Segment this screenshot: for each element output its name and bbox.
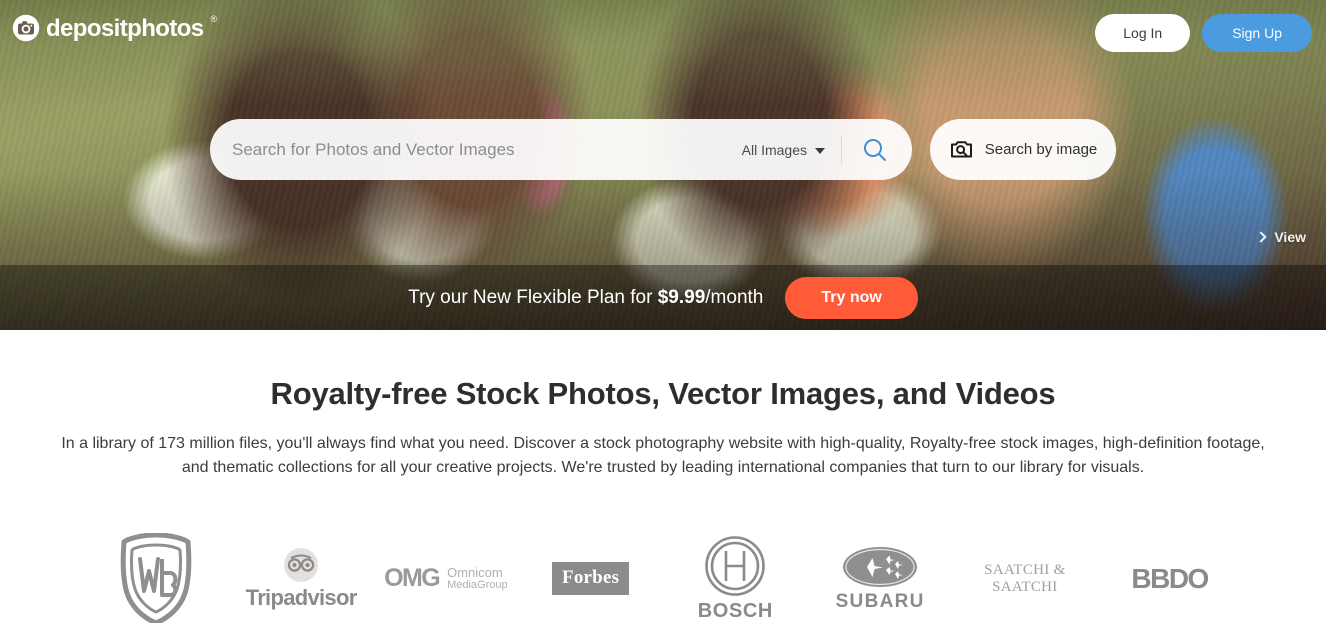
warner-bros-shield-icon: [121, 532, 192, 623]
omnicom-line1: Omnicom: [447, 564, 503, 580]
omnicom-line2: MediaGroup: [447, 578, 508, 591]
hero-section: depositphotos ® Log In Sign Up All Image…: [0, 0, 1326, 330]
logo-wordmark: depositphotos: [46, 15, 204, 42]
subaru-stars-icon: [843, 546, 918, 587]
omg-wordmark: OMG: [384, 564, 441, 593]
image-type-selected-label: All Images: [741, 141, 807, 158]
subaru-wordmark: SUBARU: [835, 590, 925, 612]
tripadvisor-wordmark: Tripadvisor: [245, 584, 358, 610]
hero-view-link[interactable]: View: [1255, 229, 1306, 245]
bbdo-wordmark: BBDO: [1131, 562, 1209, 594]
bosch-wordmark: BOSCH: [697, 599, 773, 622]
try-now-button[interactable]: Try now: [785, 276, 918, 319]
promo-banner: Try our New Flexible Plan for $9.99/mont…: [0, 265, 1326, 330]
client-logo-saatchi: SAATCHI & SAATCHI: [953, 529, 1098, 623]
client-logo-warner-bros: [84, 529, 229, 623]
camera-icon: [12, 14, 40, 42]
search-input[interactable]: [232, 134, 742, 165]
image-type-dropdown[interactable]: All Images: [742, 142, 841, 158]
client-logos-row: Tripadvisor OMG Omnicom MediaGroup Forbe…: [0, 529, 1326, 623]
client-logo-omnicom: OMG Omnicom MediaGroup: [374, 529, 519, 623]
signup-button[interactable]: Sign Up: [1202, 14, 1312, 52]
camera-search-icon: [950, 141, 972, 158]
search-by-image-button[interactable]: Search by image: [930, 119, 1116, 180]
page-title: Royalty-free Stock Photos, Vector Images…: [270, 376, 1056, 411]
forbes-wordmark: Forbes: [562, 567, 620, 589]
client-logo-forbes: Forbes: [518, 529, 663, 623]
search-submit-button[interactable]: [856, 131, 894, 169]
promo-price: $9.99: [657, 286, 706, 308]
login-button[interactable]: Log In: [1095, 14, 1191, 52]
auth-buttons: Log In Sign Up: [1095, 14, 1312, 52]
client-logo-subaru: SUBARU: [808, 529, 953, 623]
chevron-down-icon: [815, 147, 825, 154]
promo-text-before: Try our New Flexible Plan for: [408, 286, 658, 308]
promo-text: Try our New Flexible Plan for $9.99/mont…: [408, 287, 763, 309]
tripadvisor-owl-icon: [284, 547, 319, 582]
client-logo-bosch: BOSCH: [663, 529, 808, 623]
main-content: Royalty-free Stock Photos, Vector Images…: [0, 330, 1326, 623]
search-by-image-label: Search by image: [984, 141, 1098, 158]
registered-mark: ®: [210, 14, 218, 24]
hero-view-label: View: [1274, 229, 1306, 245]
search-bar[interactable]: All Images: [210, 119, 912, 180]
magnifier-icon: [864, 138, 886, 161]
chevron-right-icon: [1255, 231, 1268, 243]
omnicom-subtext: Omnicom MediaGroup: [447, 564, 508, 592]
forbes-badge: Forbes: [552, 562, 630, 596]
promo-text-after: /month: [705, 286, 764, 308]
search-divider: [841, 135, 842, 164]
client-logo-bbdo: BBDO: [1097, 529, 1242, 623]
client-logo-tripadvisor: Tripadvisor: [229, 529, 374, 623]
saatchi-wordmark: SAATCHI & SAATCHI: [984, 561, 1066, 595]
bosch-armature-icon: [705, 535, 766, 596]
search-area: All Images Search by image: [210, 119, 1116, 180]
site-logo[interactable]: depositphotos ®: [12, 14, 218, 42]
page-description: In a library of 173 million files, you'l…: [61, 435, 1265, 477]
